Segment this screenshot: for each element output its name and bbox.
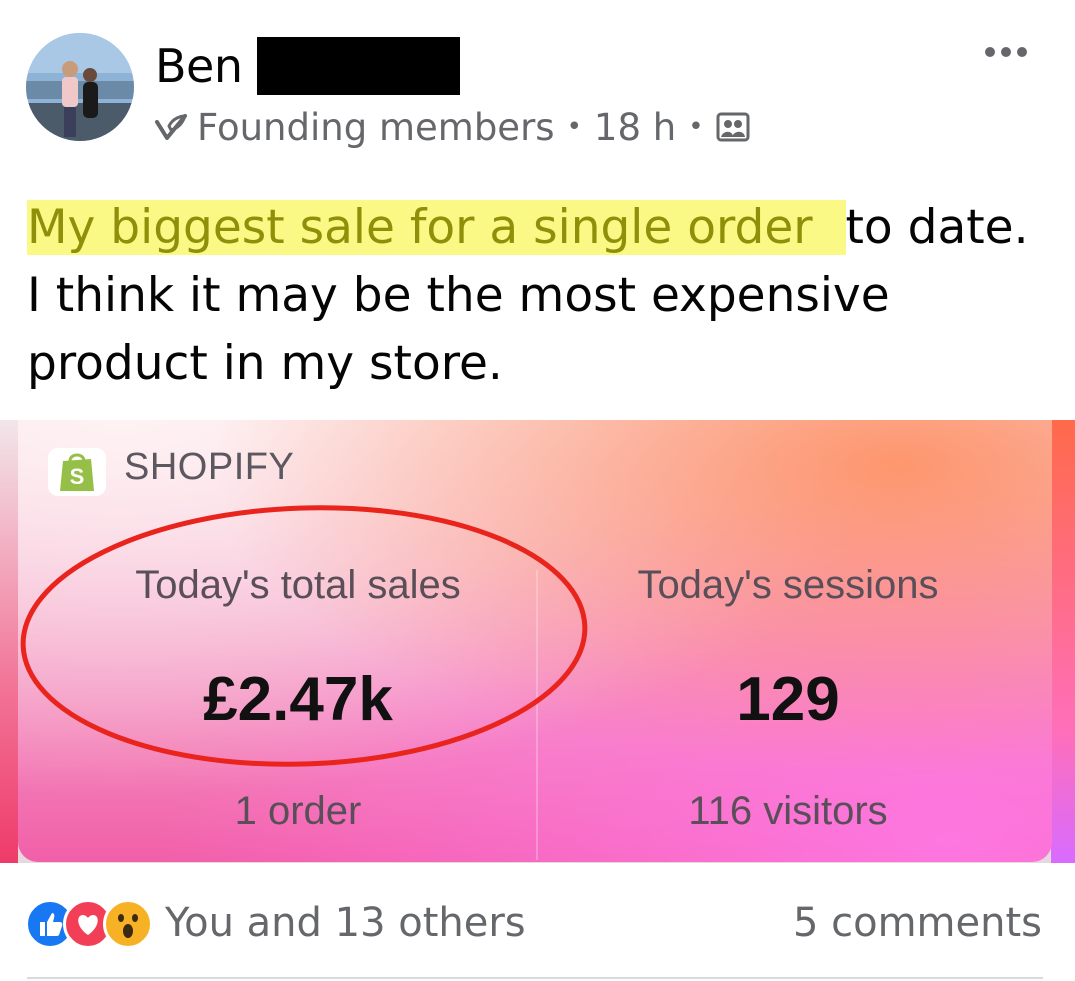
comments-count[interactable]: 5 comments — [793, 896, 1042, 950]
separator-dot: • — [566, 112, 582, 142]
post-text: My biggest sale for a single order to da… — [27, 194, 1037, 398]
shopify-logo-icon: S — [48, 448, 106, 496]
avatar-photo — [26, 33, 134, 141]
post-image[interactable]: S SHOPIFY Today's total sales £2.47k 1 o… — [0, 420, 1075, 863]
more-dot — [1017, 47, 1027, 57]
author-avatar[interactable] — [26, 33, 134, 141]
image-background — [1051, 420, 1075, 863]
total-sales-value: £2.47k — [203, 665, 393, 734]
shopify-logo-letter: S — [70, 464, 85, 489]
highlighted-text: My biggest sale for a single order — [27, 200, 846, 255]
shopify-widget: S SHOPIFY Today's total sales £2.47k 1 o… — [18, 420, 1052, 862]
group-badge-label[interactable]: Founding members — [197, 106, 555, 149]
orders-count: 1 order — [234, 789, 362, 833]
founding-member-badge-icon — [155, 114, 188, 140]
redaction-bar — [256, 37, 460, 95]
more-options-icon[interactable] — [985, 38, 1027, 66]
reaction-icons — [25, 897, 157, 949]
total-sales-label: Today's total sales — [135, 563, 461, 607]
sessions-label: Today's sessions — [637, 563, 939, 607]
post-timestamp[interactable]: 18 h — [594, 106, 676, 149]
reactions-summary[interactable]: You and 13 others — [25, 896, 526, 950]
more-dot — [1001, 47, 1011, 57]
group-photo-icon — [716, 112, 750, 142]
visitors-count: 116 visitors — [688, 789, 888, 833]
wow-icon — [103, 899, 153, 949]
author-line: Ben — [155, 36, 460, 96]
separator-dot: • — [688, 112, 704, 142]
shopify-brand-name: SHOPIFY — [124, 446, 295, 488]
author-name[interactable]: Ben — [155, 36, 243, 96]
more-dot — [985, 47, 995, 57]
sessions-value: 129 — [736, 665, 840, 734]
reactions-text[interactable]: You and 13 others — [165, 900, 526, 946]
footer-divider — [27, 977, 1043, 979]
post-meta: Founding members • 18 h • — [153, 104, 750, 150]
image-background — [0, 420, 18, 863]
